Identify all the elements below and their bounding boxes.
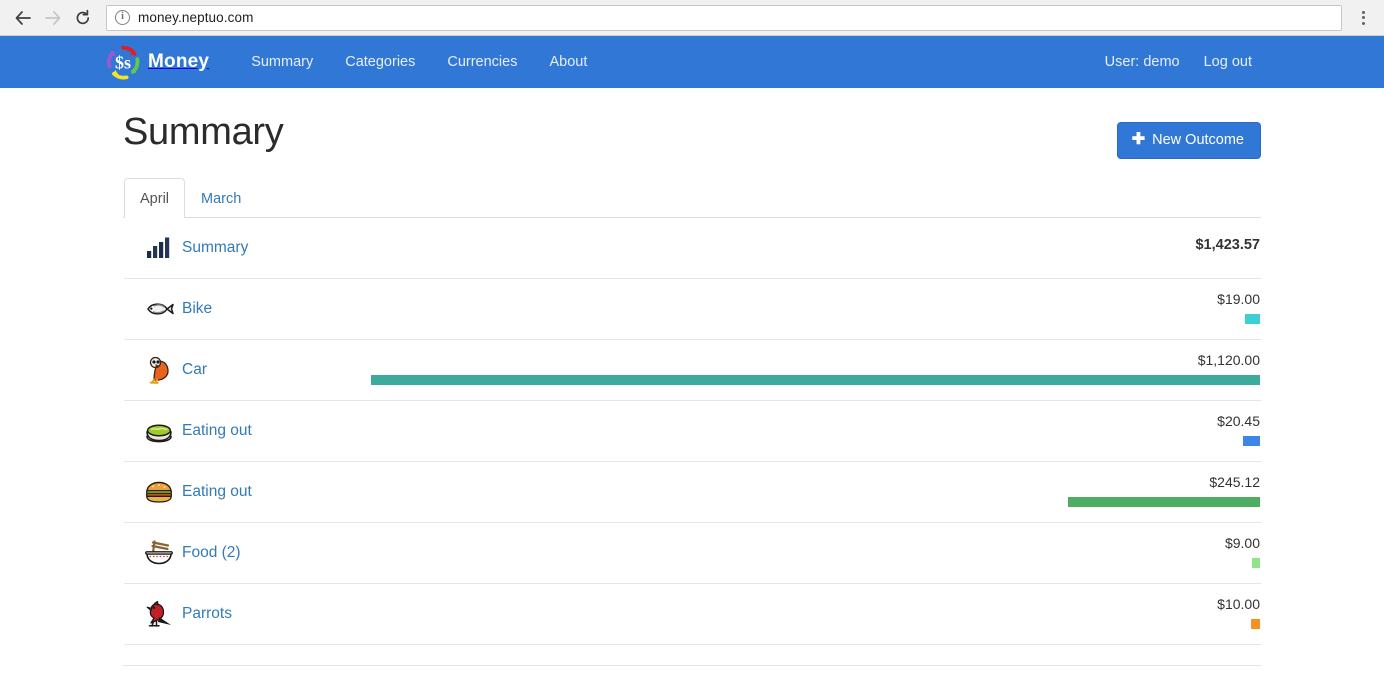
summary-list: Summary $1,423.57 Bike $19.00 Car $1,120.00… (123, 218, 1261, 646)
tab-april[interactable]: April (124, 178, 186, 219)
ramen-bowl-icon (142, 540, 176, 566)
nav-item-about[interactable]: About (533, 36, 603, 88)
row-value-bar (1252, 558, 1260, 569)
nav-links: Summary Categories Currencies About (235, 36, 603, 88)
kebab-dot (1361, 16, 1365, 19)
row-category-link[interactable]: Parrots (182, 605, 232, 623)
summary-row: Eating out $20.45 (124, 401, 1261, 463)
reload-icon (76, 9, 90, 24)
row-category-link[interactable]: Eating out (182, 483, 252, 501)
browser-toolbar: i money.neptuo.com (0, 0, 1384, 36)
summary-row: Bike $19.00 (124, 279, 1261, 341)
row-amount: $1,120.00 (1197, 352, 1260, 369)
row-value-bar (1251, 619, 1260, 630)
page-container: Summary ✚ New Outcome April March Summar… (122, 88, 1262, 686)
brand-name: Money (148, 51, 210, 72)
owl-bird-icon (142, 356, 176, 385)
summary-row: Car $1,120.00 (124, 340, 1261, 402)
summary-row: Parrots $10.00 (124, 584, 1261, 646)
fish-icon (142, 299, 176, 319)
row-amount: $10.00 (1217, 596, 1260, 613)
nav-item-currencies[interactable]: Currencies (431, 36, 533, 88)
money-logo-icon: $s (107, 45, 140, 80)
nav-item-categories[interactable]: Categories (329, 36, 431, 88)
row-amount: $20.45 (1217, 413, 1260, 430)
row-category-link[interactable]: Summary (182, 239, 248, 257)
row-category-link[interactable]: Bike (182, 300, 212, 318)
red-bird-icon (142, 601, 176, 628)
row-value-bar (371, 375, 1260, 386)
hamburger-icon (142, 481, 176, 503)
kebab-dot (1361, 10, 1365, 14)
kebab-dot (1361, 21, 1365, 25)
back-button[interactable] (8, 3, 38, 33)
svg-text:$s: $s (115, 52, 131, 72)
summary-row: Food (2) $9.00 (124, 523, 1261, 585)
site-info-icon[interactable]: i (115, 10, 130, 25)
row-value-bar (1243, 436, 1260, 447)
page-header: Summary ✚ New Outcome (123, 88, 1261, 159)
row-amount: $245.12 (1209, 474, 1260, 491)
month-tabs: April March (123, 178, 1261, 219)
row-value-bar (1245, 314, 1260, 325)
tab-march[interactable]: March (185, 178, 257, 218)
row-category-link[interactable]: Car (182, 361, 207, 379)
address-bar[interactable]: i money.neptuo.com (106, 4, 1342, 31)
current-user-label: User: demo (1104, 54, 1180, 70)
green-bowl-icon (142, 419, 176, 443)
row-value-bar (1068, 497, 1260, 508)
row-amount: $1,423.57 (1195, 237, 1260, 254)
logout-link[interactable]: Log out (1192, 36, 1264, 88)
row-category-link[interactable]: Food (2) (182, 544, 241, 562)
page-title: Summary (123, 111, 284, 153)
row-amount: $19.00 (1217, 291, 1260, 308)
reload-button[interactable] (68, 3, 98, 33)
plus-icon: ✚ (1131, 131, 1146, 148)
back-arrow-icon (15, 10, 31, 25)
row-category-link[interactable]: Eating out (182, 422, 252, 440)
summary-row: Summary $1,423.57 (124, 218, 1261, 280)
browser-menu-button[interactable] (1350, 3, 1376, 33)
new-outcome-button[interactable]: ✚ New Outcome (1116, 122, 1261, 159)
bar-chart-icon (142, 237, 176, 259)
nav-right: User: demo Log out (1093, 36, 1264, 88)
new-outcome-label: New Outcome (1152, 132, 1244, 148)
forward-button (38, 3, 68, 33)
nav-item-summary[interactable]: Summary (235, 36, 329, 88)
site-navbar: $s Money Summary Categories Currencies A… (0, 36, 1384, 88)
forward-arrow-icon (45, 10, 61, 25)
row-amount: $9.00 (1224, 535, 1260, 552)
url-text: money.neptuo.com (138, 10, 254, 25)
page-footer: © 2018 - Money (123, 665, 1261, 686)
summary-row: Eating out $245.12 (124, 462, 1261, 524)
brand-link[interactable]: $s Money (105, 44, 209, 80)
